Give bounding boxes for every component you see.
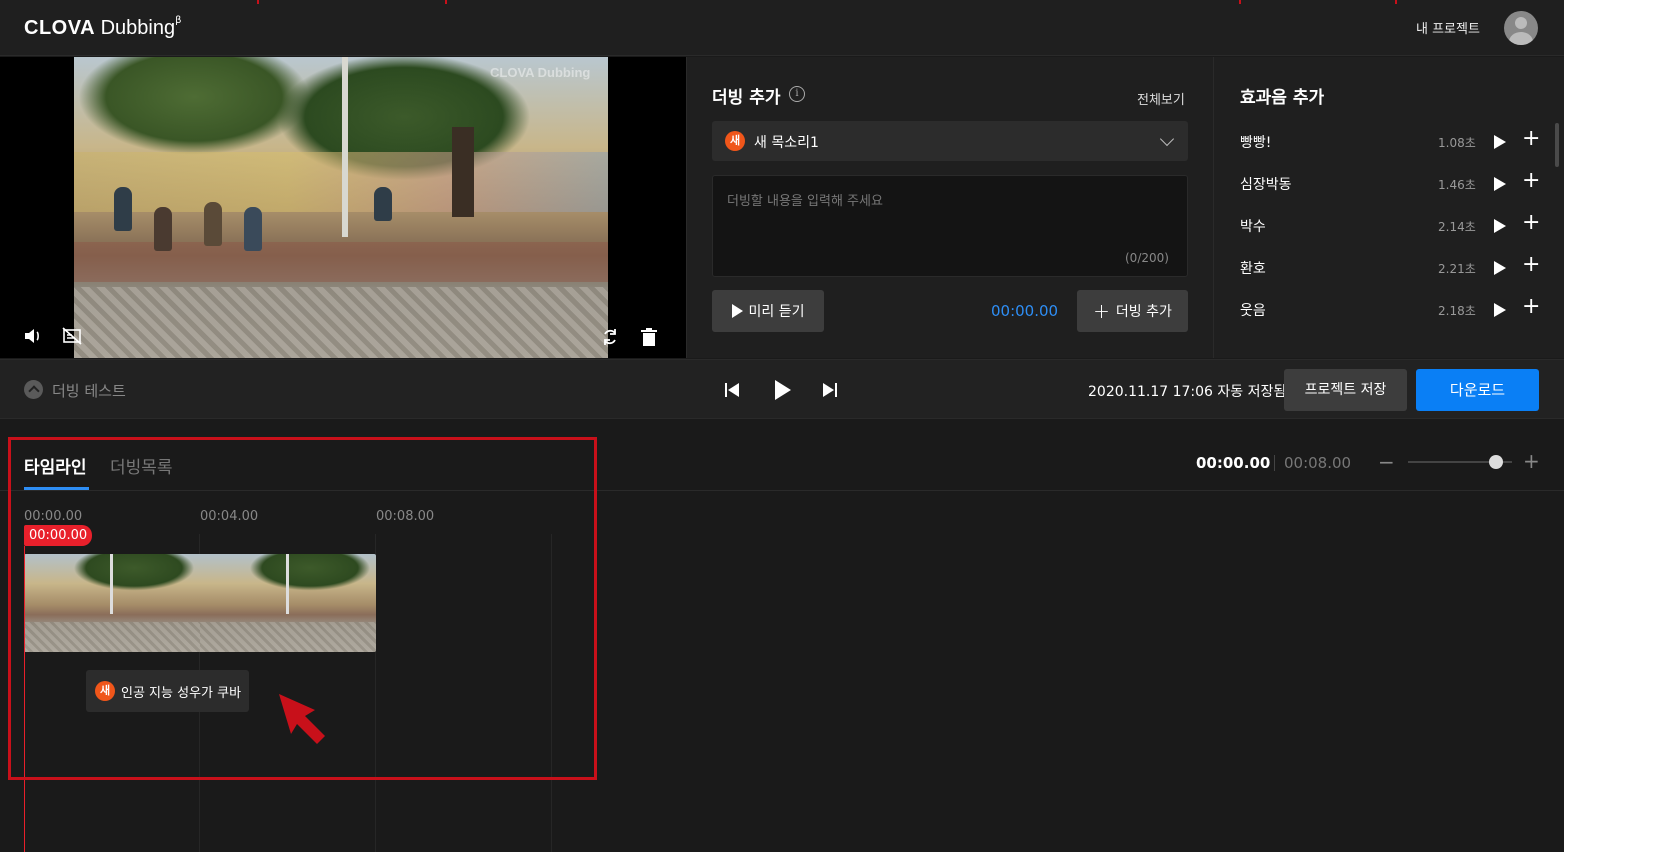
plus-icon[interactable]: + [1522,296,1540,318]
play-icon[interactable] [1494,261,1506,275]
replace-icon[interactable] [599,327,621,349]
plus-icon: + [1093,299,1110,323]
subtitle-off-icon[interactable] [61,327,83,349]
video-scene-person [374,187,392,221]
add-dubbing-label: 더빙 추가 [1115,304,1172,320]
preview-button[interactable]: 미리 듣기 [712,290,824,332]
view-all-link[interactable]: 전체보기 [1137,89,1185,108]
sound-effect-duration: 1.08초 [1438,136,1476,150]
char-count: (0/200) [1125,251,1169,265]
sound-effect-item: 빵빵! 1.08초 + [1240,128,1540,154]
skip-forward-icon[interactable] [822,382,838,398]
new-voice-badge: 새 [725,131,745,151]
dubbing-text-input[interactable] [712,175,1188,277]
sound-effects-title: 효과음 추가 [1240,88,1325,108]
video-preview-panel: CLOVA Dubbing [0,57,686,358]
play-icon[interactable] [1494,303,1506,317]
sound-effects-panel: 효과음 추가 빵빵! 1.08초 + 심장박동 1.46초 + 박수 2.14초… [1213,57,1564,358]
play-icon[interactable] [1494,219,1506,233]
sound-effect-duration: 2.21초 [1438,262,1476,276]
sound-effect-duration: 2.14초 [1438,220,1476,234]
logo-bold-text: CLOVA [24,17,96,39]
play-icon[interactable] [1494,135,1506,149]
annotation-mark [257,0,259,4]
play-icon [731,304,743,318]
dubbing-add-panel: 더빙 추가 i 전체보기 새 새 목소리1 (0/200) 미리 듣기 00:0… [686,57,1213,358]
sound-effect-name: 웃음 [1240,303,1266,319]
sound-effect-item: 웃음 2.18초 + [1240,296,1540,322]
skip-back-icon[interactable] [725,382,741,398]
app-logo[interactable]: CLOVA Dubbingβ [24,15,181,40]
dubbing-time: 00:00.00 [991,302,1059,320]
dub-test-toggle[interactable]: 더빙 테스트 [52,380,126,401]
video-scene-person [244,207,262,251]
plus-icon[interactable]: + [1522,212,1540,234]
volume-icon[interactable] [22,327,44,349]
sound-effect-name: 박수 [1240,219,1266,235]
annotation-mark [1239,0,1241,4]
plus-icon[interactable]: + [1522,254,1540,276]
sound-effect-name: 환호 [1240,261,1266,277]
sound-effect-name: 빵빵! [1240,135,1272,151]
zoom-in-icon[interactable]: + [1523,449,1540,473]
chevron-down-icon [1159,131,1175,147]
play-icon[interactable] [1494,177,1506,191]
voice-name: 새 목소리1 [754,135,819,151]
sound-effect-duration: 1.46초 [1438,178,1476,192]
video-scene-buildings [74,152,608,212]
timeline-current-time: 00:00.00 [1196,454,1271,472]
video-scene-tree-trunk [452,127,474,217]
play-icon[interactable] [775,380,791,400]
plus-icon[interactable]: + [1522,128,1540,150]
sound-effect-item: 심장박동 1.46초 + [1240,170,1540,196]
timeline-total-time: 00:08.00 [1284,454,1352,472]
voice-select[interactable]: 새 새 목소리1 [712,121,1188,161]
scrollbar[interactable] [1555,123,1559,167]
save-project-button[interactable]: 프로젝트 저장 [1284,369,1407,411]
download-button[interactable]: 다운로드 [1416,369,1539,411]
zoom-out-icon[interactable]: − [1378,450,1395,474]
collapse-icon[interactable] [24,380,43,399]
sound-effect-item: 환호 2.21초 + [1240,254,1540,280]
autosave-status: 2020.11.17 17:06 자동 저장됨 [1088,384,1287,400]
video-scene-cobblestone [74,287,608,358]
dubbing-add-title: 더빙 추가 [712,88,781,108]
time-divider [1274,455,1275,471]
video-scene-person [204,202,222,246]
video-frame[interactable]: CLOVA Dubbing [74,57,608,358]
sound-effect-duration: 2.18초 [1438,304,1476,318]
video-scene-lamppost [342,57,348,237]
video-watermark: CLOVA Dubbing [490,65,591,80]
clova-dubbing-app: CLOVA Dubbingβ 내 프로젝트 CLOVA Dubbing 더빙 추… [0,0,1564,852]
logo-beta-mark: β [175,15,182,26]
transport-bar: 더빙 테스트 2020.11.17 17:06 자동 저장됨 프로젝트 저장 다… [0,359,1564,419]
annotation-mark [1395,0,1397,4]
my-projects-link[interactable]: 내 프로젝트 [1416,18,1480,37]
video-scene-person [154,207,172,251]
sound-effect-name: 심장박동 [1240,177,1292,193]
pointer-arrow-icon [275,690,335,750]
logo-light-text: Dubbing [95,17,176,39]
avatar[interactable] [1504,11,1538,45]
video-scene-person [114,187,132,231]
trash-icon[interactable] [638,327,660,349]
preview-label: 미리 듣기 [748,304,805,320]
info-icon[interactable]: i [789,86,805,102]
sound-effect-item: 박수 2.14초 + [1240,212,1540,238]
plus-icon[interactable]: + [1522,170,1540,192]
add-dubbing-button[interactable]: + 더빙 추가 [1077,290,1188,332]
top-bar: CLOVA Dubbingβ 내 프로젝트 [0,0,1564,56]
zoom-slider-handle[interactable] [1489,455,1504,469]
annotation-mark [445,0,447,4]
